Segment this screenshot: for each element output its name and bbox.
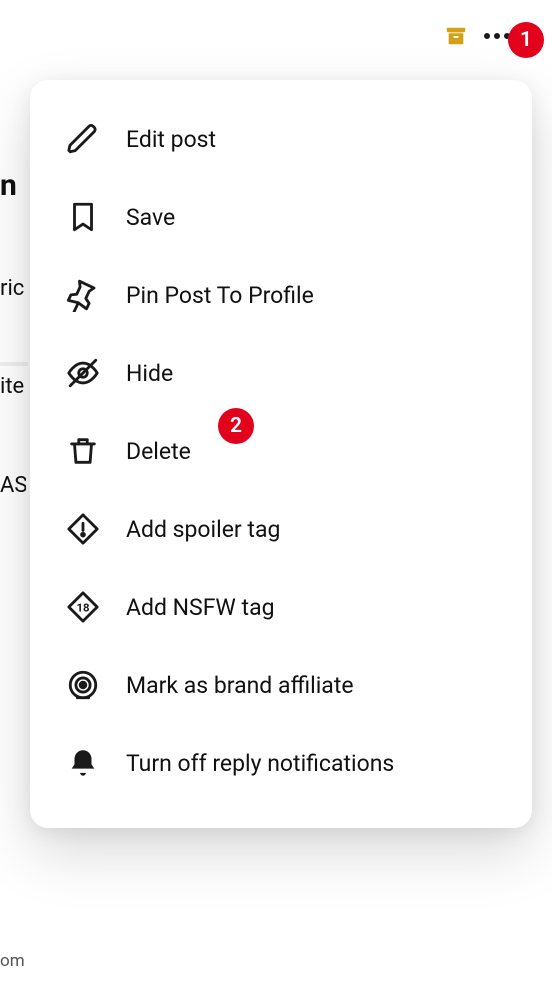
trash-icon (64, 432, 102, 470)
menu-item-label: Mark as brand affiliate (126, 672, 354, 699)
exclamation-diamond-icon (64, 510, 102, 548)
menu-item-label: Hide (126, 360, 173, 387)
menu-item-add-nsfw-tag[interactable]: 18 Add NSFW tag (30, 568, 532, 646)
menu-item-delete[interactable]: Delete (30, 412, 532, 490)
partial-line: AS (0, 473, 26, 499)
menu-item-label: Save (126, 204, 175, 231)
menu-item-label: Delete (126, 438, 191, 465)
menu-item-add-spoiler-tag[interactable]: Add spoiler tag (30, 490, 532, 568)
menu-item-mark-brand-affiliate[interactable]: Mark as brand affiliate (30, 646, 532, 724)
svg-text:18: 18 (77, 600, 90, 614)
menu-item-save[interactable]: Save (30, 178, 532, 256)
more-options-button[interactable] (484, 33, 510, 39)
post-top-toolbar (444, 24, 510, 48)
menu-item-hide[interactable]: Hide (30, 334, 532, 412)
bookmark-icon (64, 198, 102, 236)
nsfw-18-icon: 18 (64, 588, 102, 626)
divider (0, 362, 28, 366)
annotation-badge: 1 (508, 22, 544, 58)
eye-off-icon (64, 354, 102, 392)
bell-icon (64, 744, 102, 782)
archive-icon[interactable] (444, 24, 468, 48)
partial-line: n (0, 168, 26, 204)
brand-affiliate-icon (64, 666, 102, 704)
menu-item-label: Add NSFW tag (126, 594, 275, 621)
menu-item-label: Turn off reply notifications (126, 750, 394, 777)
partial-line: ric (0, 276, 26, 302)
post-partial-text: n ric ite AS om (0, 96, 26, 1008)
menu-item-label: Edit post (126, 126, 216, 153)
pencil-icon (64, 120, 102, 158)
partial-line: om (0, 951, 26, 971)
menu-item-edit-post[interactable]: Edit post (30, 100, 532, 178)
menu-item-label: Add spoiler tag (126, 516, 280, 543)
annotation-badge: 2 (218, 408, 254, 444)
menu-item-pin-post[interactable]: Pin Post To Profile (30, 256, 532, 334)
pin-icon (64, 276, 102, 314)
partial-line: ite (0, 374, 26, 400)
menu-item-turn-off-reply-notifications[interactable]: Turn off reply notifications (30, 724, 532, 802)
post-options-menu: Edit post Save Pin Post To Profile Hide … (30, 80, 532, 828)
menu-item-label: Pin Post To Profile (126, 282, 314, 309)
